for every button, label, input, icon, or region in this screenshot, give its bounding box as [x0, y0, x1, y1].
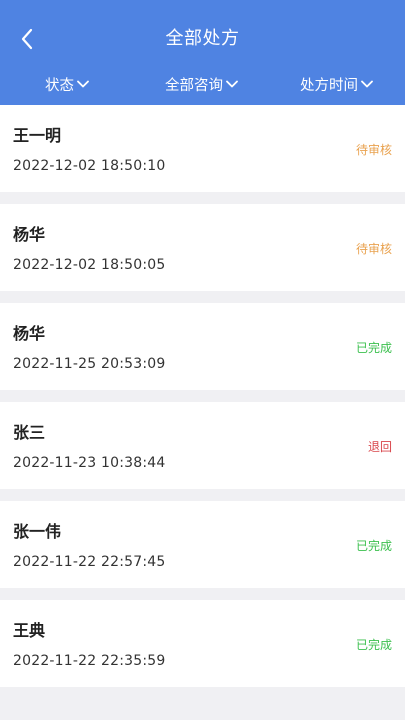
- status-badge: 退回: [367, 440, 392, 454]
- chevron-down-icon: [361, 80, 373, 88]
- prescription-item[interactable]: 杨华 2022-12-02 18:50:05 待审核: [0, 204, 405, 291]
- status-badge: 已完成: [355, 638, 392, 652]
- filter-label: 全部咨询: [165, 77, 223, 94]
- prescription-list: 王一明 2022-12-02 18:50:10 待审核 杨华 2022-12-0…: [0, 105, 405, 687]
- filter-label: 状态: [45, 77, 74, 94]
- prescription-time: 2022-11-23 10:38:44: [13, 455, 166, 471]
- status-badge: 已完成: [355, 341, 392, 355]
- prescription-item[interactable]: 杨华 2022-11-25 20:53:09 已完成: [0, 303, 405, 390]
- prescription-time: 2022-11-22 22:57:45: [13, 554, 166, 570]
- patient-name: 张三: [13, 423, 46, 442]
- filter-label: 处方时间: [300, 77, 358, 94]
- page-title: 全部处方: [165, 28, 240, 49]
- patient-name: 王典: [13, 621, 46, 640]
- patient-name: 杨华: [13, 324, 46, 343]
- filter-prescription-time[interactable]: 处方时间: [300, 70, 373, 98]
- status-badge: 待审核: [355, 242, 392, 256]
- prescription-time: 2022-11-22 22:35:59: [13, 653, 166, 669]
- prescription-time: 2022-11-25 20:53:09: [13, 356, 166, 372]
- patient-name: 王一明: [13, 126, 62, 145]
- patient-name: 张一伟: [13, 522, 62, 541]
- chevron-down-icon: [226, 80, 238, 88]
- prescription-item[interactable]: 张一伟 2022-11-22 22:57:45 已完成: [0, 501, 405, 588]
- prescription-time: 2022-12-02 18:50:10: [13, 158, 166, 174]
- prescription-item[interactable]: 王典 2022-11-22 22:35:59 已完成: [0, 600, 405, 687]
- prescription-time: 2022-12-02 18:50:05: [13, 257, 166, 273]
- filter-status[interactable]: 状态: [45, 70, 89, 98]
- prescription-item[interactable]: 张三 2022-11-23 10:38:44 退回: [0, 402, 405, 489]
- prescription-item[interactable]: 王一明 2022-12-02 18:50:10 待审核: [0, 105, 405, 192]
- patient-name: 杨华: [13, 225, 46, 244]
- top-bar: 全部处方 状态 全部咨询 处方时间: [0, 0, 405, 105]
- filter-consult-type[interactable]: 全部咨询: [165, 70, 238, 98]
- status-badge: 待审核: [355, 143, 392, 157]
- chevron-down-icon: [77, 80, 89, 88]
- filter-bar: 状态 全部咨询 处方时间: [0, 70, 405, 98]
- status-badge: 已完成: [355, 539, 392, 553]
